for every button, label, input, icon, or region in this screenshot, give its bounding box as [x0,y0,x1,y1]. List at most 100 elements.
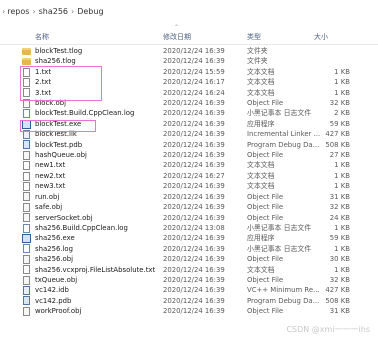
file-row[interactable]: 1.txt 2020/12/24 15:59 文本文档 1 KB [0,67,378,77]
file-size: 1 KB [334,88,350,97]
column-date[interactable]: 修改日期 [163,32,191,42]
obj-icon [23,98,30,108]
file-date: 2020/12/24 16:39 [163,161,225,170]
file-type: 文本文档 [247,265,275,274]
file-size: 59 KB [329,119,350,128]
watermark: CSDN @xmi一一一ihs [286,325,370,334]
ilk-icon [23,129,30,139]
file-name: new2.txt [35,171,66,180]
file-row[interactable]: 3.txt 2020/12/24 16:24 文本文档 1 KB [0,88,378,98]
file-name: vc142.pdb [35,296,72,305]
file-name: sha256.log [35,244,74,253]
file-row[interactable]: sha256.tlog 2020/12/24 16:39 文件夹 [0,56,378,66]
file-row[interactable]: blockTest.Build.CppClean.log 2020/12/24 1… [0,108,378,119]
file-row[interactable]: sha256.vcxproj.FileListAbsolute.txt 2020/… [0,265,378,275]
column-name[interactable]: 名称 [35,32,49,42]
obj-icon [23,213,30,223]
file-size: 1 KB [334,182,350,191]
file-date: 2020/12/24 16:39 [163,213,225,222]
file-type: 小黑记事本 日志文件 [247,223,312,232]
file-date: 2020/12/24 16:39 [163,130,225,139]
file-size: 1 KB [334,265,350,274]
file-name: run.obj [35,192,60,201]
file-type: Program Debug Da... [247,296,320,305]
file-row[interactable]: new3.txt 2020/12/24 16:39 文本文档 1 KB [0,181,378,191]
file-name: blockTest.Build.CppClean.log [35,109,135,118]
file-row[interactable]: txQueue.obj 2020/12/24 16:39 Object File 32… [0,275,378,285]
breadcrumb-back-icon[interactable]: › [2,7,5,16]
file-name: blockTest.ilk [35,130,77,139]
column-type[interactable]: 类型 [247,32,261,42]
file-row[interactable]: vc142.idb 2020/12/24 16:39 VC++ Minimum Re… [0,285,378,296]
file-row[interactable]: new1.txt 2020/12/24 16:39 文本文档 1 KB [0,160,378,171]
file-date: 2020/12/24 16:39 [163,109,225,118]
file-type: Object File [247,275,284,284]
file-size: 1 KB [334,244,350,253]
file-name: workProof.obj [35,307,82,316]
file-size: 1 KB [334,171,350,180]
breadcrumb-repos[interactable]: repos [7,7,29,16]
obj-icon [23,202,30,212]
txt-icon [23,171,30,181]
file-size: 2 KB [334,109,350,118]
file-size: 31 KB [329,192,350,201]
file-row[interactable]: blockTest.tlog 2020/12/24 16:39 文件夹 [0,46,378,56]
file-row[interactable]: run.obj 2020/12/24 16:39 Object File 31 KB [0,192,378,202]
file-row[interactable]: blockTest.pdb 2020/12/24 16:39 Program Deb… [0,140,378,150]
breadcrumb-debug[interactable]: Debug [77,7,103,16]
file-date: 2020/12/24 16:39 [163,296,225,305]
file-name: 3.txt [35,88,52,97]
file-type: Object File [247,307,284,316]
file-date: 2020/12/24 16:39 [163,275,225,284]
sort-up-icon: ⌃ [174,24,180,31]
file-name: hashQueue.obj [35,151,87,160]
txt-icon [23,181,30,191]
file-type: 文件夹 [247,57,268,66]
file-row[interactable]: blockTest.ilk 2020/12/24 16:39 Incremental… [0,129,378,139]
column-size[interactable]: 大小 [314,32,328,42]
file-row[interactable]: serverSocket.obj 2020/12/24 16:39 Object F… [0,213,378,223]
pdb-icon [23,140,30,150]
file-type: 小黑记事本 日志文件 [247,244,312,253]
file-row[interactable]: 2.txt 2020/12/24 16:17 文本文档 1 KB [0,77,378,87]
file-name: new1.txt [35,161,66,170]
file-date: 2020/12/24 16:27 [163,171,225,180]
file-size: 1 KB [334,161,350,170]
file-date: 2020/12/24 16:39 [163,57,225,66]
file-type: 文本文档 [247,78,275,87]
file-row[interactable]: hashQueue.obj 2020/12/24 16:39 Object File… [0,150,378,160]
log-icon [23,223,30,233]
breadcrumb: › repos › sha256 › Debug [0,0,378,22]
file-row[interactable]: sha256.exe 2020/12/24 16:39 应用程序 59 KB [0,233,378,243]
file-date: 2020/12/24 16:39 [163,234,225,243]
file-row[interactable]: block.obj 2020/12/24 16:39 Object File 32 K… [0,98,378,108]
file-date: 2020/12/24 16:39 [163,140,225,149]
file-name: blockTest.exe [35,119,82,128]
file-size: 30 KB [329,255,350,264]
file-name: blockTest.pdb [35,140,83,149]
file-row[interactable]: sha256.obj 2020/12/24 16:39 Object File 30 … [0,254,378,264]
file-type: 文件夹 [247,47,268,55]
file-type: Object File [247,255,284,264]
file-type: 文本文档 [247,171,275,180]
file-size: 1 KB [334,223,350,232]
file-row[interactable]: blockTest.exe 2020/12/24 16:39 应用程序 59 KB [0,119,378,129]
file-row[interactable]: sha256.log 2020/12/24 16:39 小黑记事本 日志文件 1 KB [0,244,378,254]
file-name: txQueue.obj [35,275,78,284]
file-date: 2020/12/24 16:24 [163,88,225,97]
file-date: 2020/12/24 16:39 [163,47,225,55]
file-row[interactable]: workProof.obj 2020/12/24 16:39 Object File… [0,306,378,316]
obj-icon [23,192,30,202]
file-type: VC++ Minimum Re... [247,286,320,295]
file-size: 27 KB [329,151,350,160]
obj-icon [23,254,30,264]
file-row[interactable]: vc142.pdb 2020/12/24 16:39 Program Debug D… [0,296,378,306]
file-name: 2.txt [35,78,52,87]
breadcrumb-sha256[interactable]: sha256 [39,7,68,16]
file-type: 文本文档 [247,67,275,76]
file-size: 508 KB [325,296,350,305]
file-row[interactable]: safe.obj 2020/12/24 16:39 Object File 32 KB [0,202,378,212]
file-row[interactable]: sha256.Build.CppClean.log 2020/12/24 13:0… [0,223,378,233]
file-size: 32 KB [329,99,350,108]
file-row[interactable]: new2.txt 2020/12/24 16:27 文本文档 1 KB [0,171,378,181]
